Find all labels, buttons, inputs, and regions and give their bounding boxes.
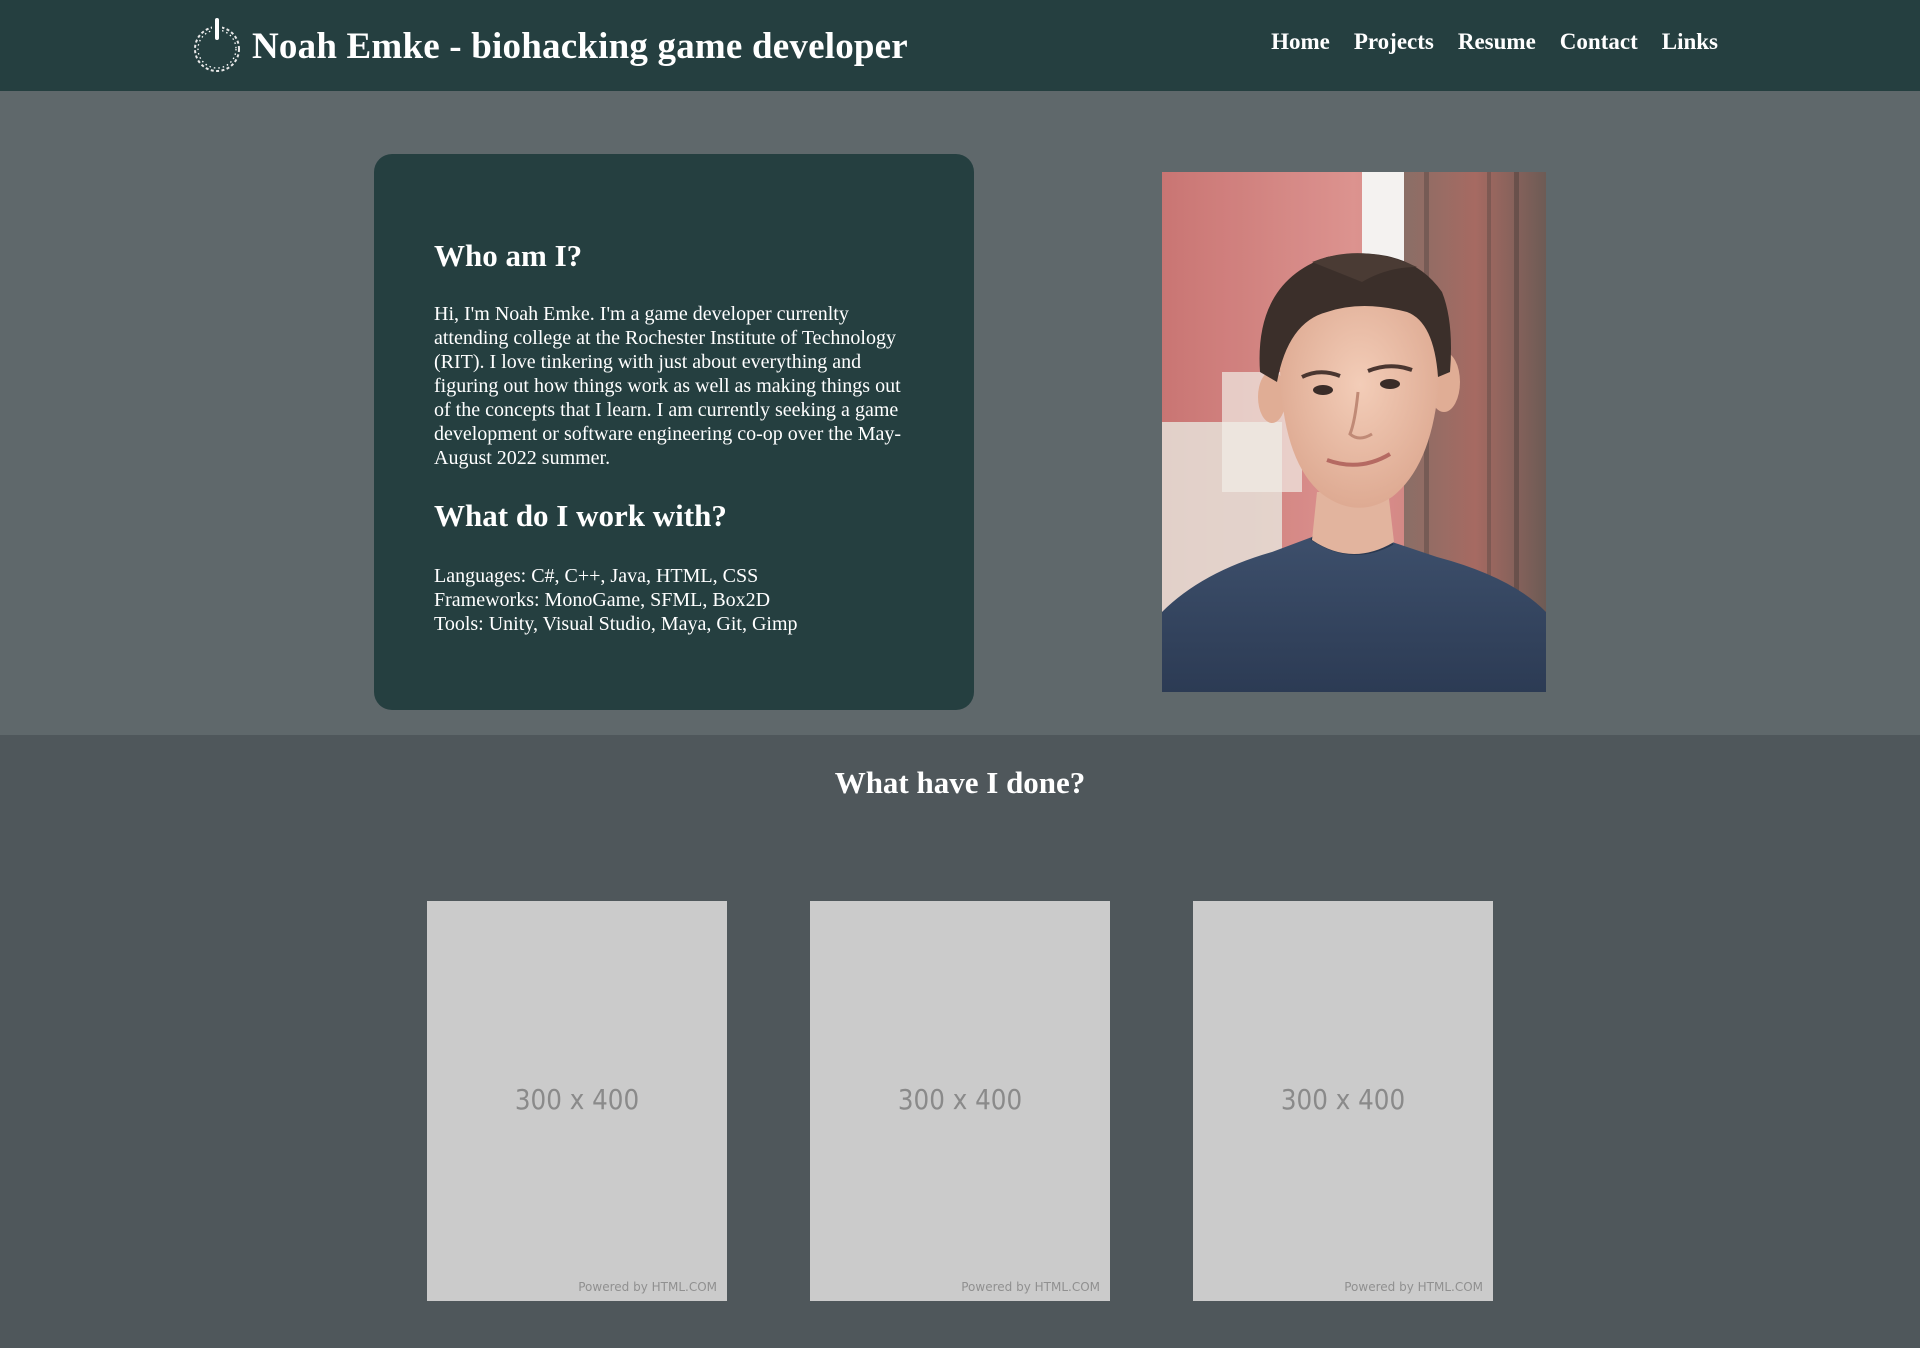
skills-tools: Tools: Unity, Visual Studio, Maya, Git, … xyxy=(434,613,798,635)
projects-section: What have I done? 300 x 400 Powered by H… xyxy=(0,735,1920,1348)
nav-home[interactable]: Home xyxy=(1271,29,1330,55)
power-icon xyxy=(194,17,240,72)
nav-contact[interactable]: Contact xyxy=(1560,29,1638,55)
nav-projects[interactable]: Projects xyxy=(1354,29,1434,55)
skills-heading: What do I work with? xyxy=(434,498,727,533)
site-header: Noah Emke - biohacking game developer Ho… xyxy=(0,0,1920,91)
placeholder-dimensions: 300 x 400 xyxy=(897,1083,1023,1116)
skills-list: Languages: C#, C++, Java, HTML, CSS Fram… xyxy=(434,564,914,636)
main-nav: Home Projects Resume Contact Links xyxy=(1271,29,1718,55)
portrait-photo xyxy=(1162,172,1546,692)
project-placeholder-1[interactable]: 300 x 400 Powered by HTML.COM xyxy=(427,901,727,1301)
brand[interactable]: Noah Emke - biohacking game developer xyxy=(190,14,908,78)
placeholder-dimensions: 300 x 400 xyxy=(514,1083,640,1116)
about-bio: Hi, I'm Noah Emke. I'm a game developer … xyxy=(434,303,902,469)
skills-languages: Languages: C#, C++, Java, HTML, CSS xyxy=(434,565,759,587)
project-placeholder-3[interactable]: 300 x 400 Powered by HTML.COM xyxy=(1193,901,1493,1301)
about-card: Who am I? Hi, I'm Noah Emke. I'm a game … xyxy=(374,154,974,710)
nav-links[interactable]: Links xyxy=(1662,29,1718,55)
about-heading: Who am I? xyxy=(434,238,583,273)
projects-heading: What have I done? xyxy=(834,765,1086,800)
nav-resume[interactable]: Resume xyxy=(1458,29,1536,55)
site-title: Noah Emke - biohacking game developer xyxy=(252,25,908,67)
placeholder-credit: Powered by HTML.COM xyxy=(961,1280,1100,1294)
placeholder-dimensions: 300 x 400 xyxy=(1280,1083,1406,1116)
project-placeholder-2[interactable]: 300 x 400 Powered by HTML.COM xyxy=(810,901,1110,1301)
placeholder-credit: Powered by HTML.COM xyxy=(1344,1280,1483,1294)
placeholder-credit: Powered by HTML.COM xyxy=(578,1280,717,1294)
skills-frameworks: Frameworks: MonoGame, SFML, Box2D xyxy=(434,589,771,611)
hero-section: Who am I? Hi, I'm Noah Emke. I'm a game … xyxy=(0,91,1920,735)
